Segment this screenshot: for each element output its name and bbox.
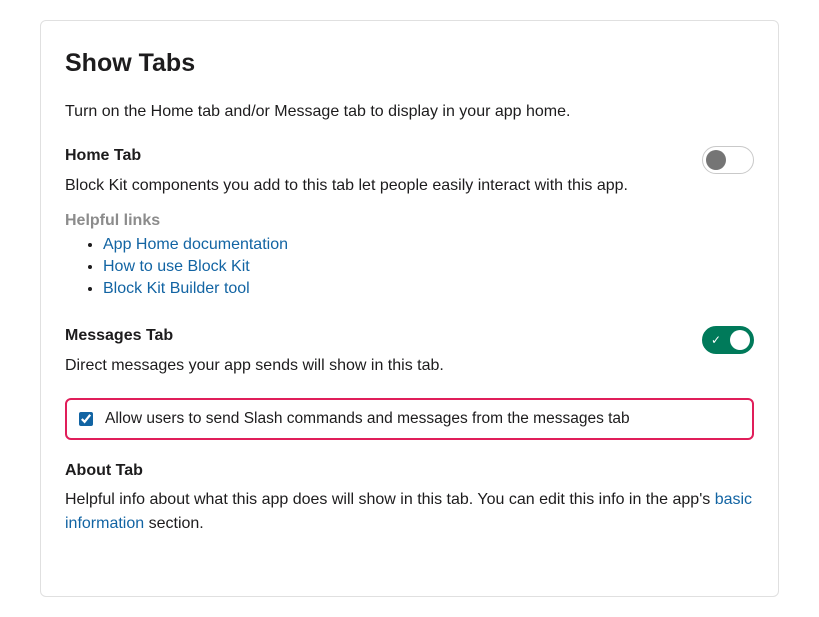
about-desc-after: section. (144, 515, 204, 532)
home-tab-desc: Block Kit components you add to this tab… (65, 174, 754, 198)
about-desc-before: Helpful info about what this app does wi… (65, 491, 715, 508)
messages-tab-title: Messages Tab (65, 327, 173, 345)
home-tab-title: Home Tab (65, 147, 141, 165)
home-tab-header: Home Tab (65, 146, 754, 174)
block-kit-builder-link[interactable]: Block Kit Builder tool (103, 280, 250, 297)
toggle-knob-icon (706, 150, 726, 170)
check-icon: ✓ (711, 333, 723, 345)
list-item: App Home documentation (103, 236, 754, 254)
messages-tab-section: Messages Tab ✓ Direct messages your app … (65, 326, 754, 378)
card-title: Show Tabs (65, 49, 754, 78)
allow-slash-callout: Allow users to send Slash commands and m… (65, 398, 754, 440)
home-tab-section: Home Tab Block Kit components you add to… (65, 146, 754, 298)
block-kit-howto-link[interactable]: How to use Block Kit (103, 258, 250, 275)
card-intro: Turn on the Home tab and/or Message tab … (65, 100, 754, 124)
toggle-knob-icon (730, 330, 750, 350)
allow-slash-label: Allow users to send Slash commands and m… (105, 410, 630, 428)
messages-tab-toggle[interactable]: ✓ (702, 326, 754, 354)
helpful-links-list: App Home documentation How to use Block … (65, 236, 754, 298)
show-tabs-card: Show Tabs Turn on the Home tab and/or Me… (40, 20, 779, 597)
list-item: Block Kit Builder tool (103, 280, 754, 298)
about-tab-desc: Helpful info about what this app does wi… (65, 488, 754, 536)
messages-tab-desc: Direct messages your app sends will show… (65, 354, 754, 378)
allow-slash-checkbox[interactable] (79, 412, 93, 426)
messages-tab-header: Messages Tab ✓ (65, 326, 754, 354)
about-tab-title: About Tab (65, 462, 754, 480)
list-item: How to use Block Kit (103, 258, 754, 276)
home-tab-toggle[interactable] (702, 146, 754, 174)
app-home-doc-link[interactable]: App Home documentation (103, 236, 288, 253)
helpful-links-title: Helpful links (65, 212, 754, 230)
about-tab-section: About Tab Helpful info about what this a… (65, 462, 754, 536)
